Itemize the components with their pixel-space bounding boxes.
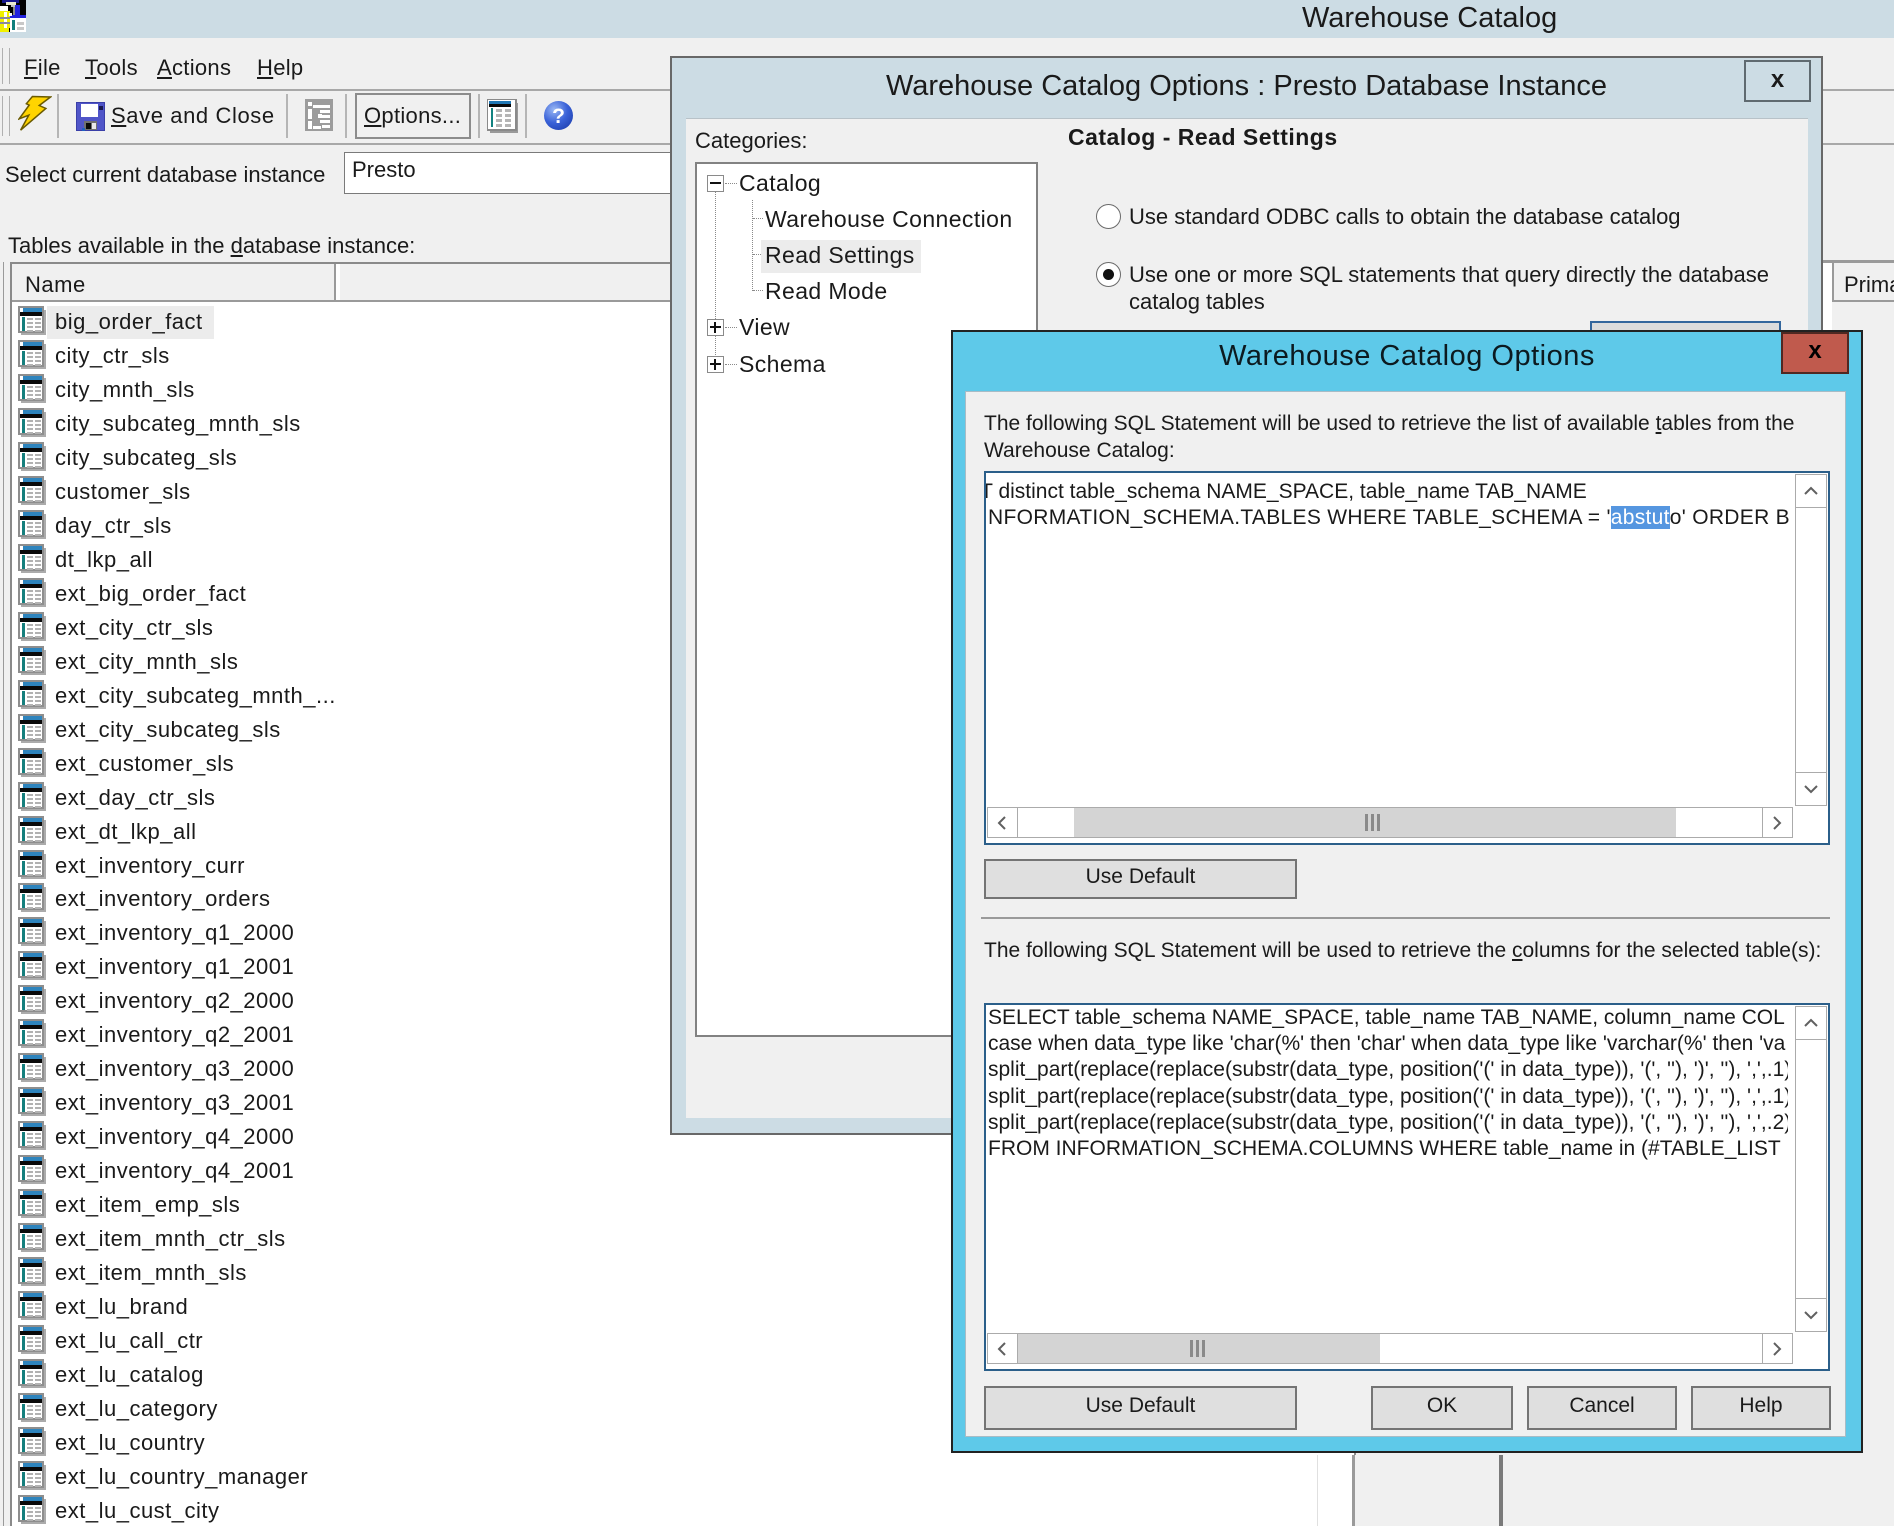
svg-text:?: ? <box>552 105 565 128</box>
